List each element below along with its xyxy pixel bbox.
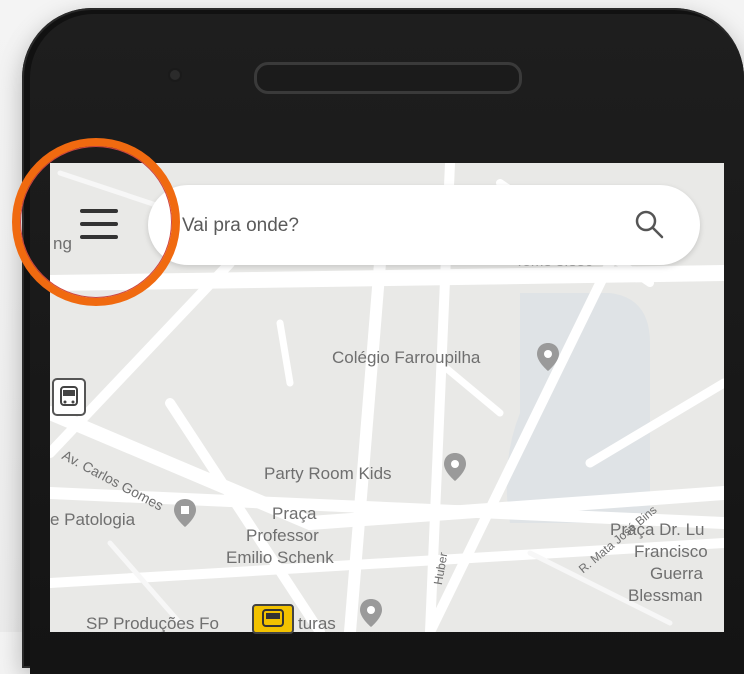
map-label-praca-1: Praça bbox=[272, 504, 317, 523]
map-label-sp: SP Produções Fo bbox=[86, 614, 219, 632]
front-camera bbox=[170, 70, 180, 80]
bus-stop-icon[interactable] bbox=[52, 378, 86, 416]
map-label-pdl-4: Blessman bbox=[628, 586, 703, 605]
place-pin-icon[interactable] bbox=[358, 598, 384, 628]
earpiece-speaker bbox=[254, 62, 522, 94]
taxi-stop-icon[interactable] bbox=[252, 604, 294, 634]
search-icon[interactable] bbox=[632, 207, 666, 241]
map-label-turas: turas bbox=[298, 614, 336, 632]
place-pin-icon[interactable] bbox=[442, 452, 468, 482]
place-pin-icon[interactable] bbox=[535, 342, 561, 372]
map-label-pdl-2: Francisco bbox=[634, 542, 708, 561]
search-input[interactable]: Vai pra onde? bbox=[182, 215, 299, 237]
map-label-pdl-1: Praça Dr. Lu bbox=[610, 520, 705, 539]
map-label-praca-3: Emilio Schenk bbox=[226, 548, 334, 567]
map-label-praca-2: Professor bbox=[246, 526, 319, 545]
map-label-colegio: Colégio Farroupilha bbox=[332, 348, 481, 367]
map-label-pdl-3: Guerra bbox=[650, 564, 703, 583]
highlight-circle bbox=[12, 138, 180, 306]
map-label-party: Party Room Kids bbox=[264, 464, 392, 483]
place-pin-icon[interactable] bbox=[172, 498, 198, 528]
map-label-patologia: e Patologia bbox=[50, 510, 136, 529]
